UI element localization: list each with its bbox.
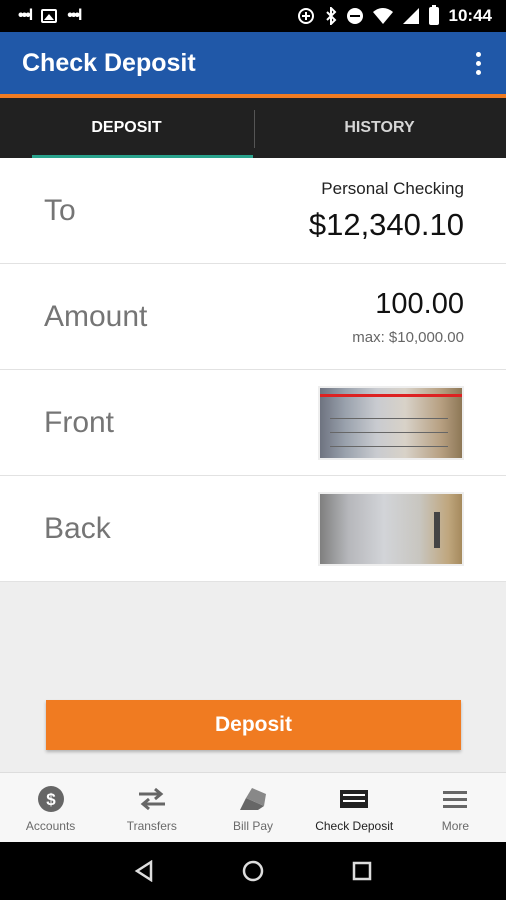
transfer-icon <box>137 785 167 813</box>
tab-deposit[interactable]: DEPOSIT <box>0 98 253 158</box>
account-balance: $12,340.10 <box>308 206 464 242</box>
menu-icon <box>442 785 468 813</box>
signal-dots-icon: •••l <box>67 7 82 24</box>
to-label: To <box>44 193 76 227</box>
battery-icon <box>428 5 439 25</box>
tab-label: DEPOSIT <box>91 119 162 136</box>
app-bar: Check Deposit <box>0 32 506 94</box>
nav-label: Bill Pay <box>233 819 274 833</box>
account-name: Personal Checking <box>321 178 464 198</box>
deposit-button[interactable]: Deposit <box>46 700 461 750</box>
more-vert-icon <box>475 51 481 57</box>
front-label: Front <box>44 405 115 439</box>
bill-pay-icon <box>238 785 268 813</box>
tab-divider <box>254 110 255 148</box>
wifi-icon <box>372 8 393 24</box>
nav-label: Check Deposit <box>315 819 394 833</box>
home-circle-icon[interactable] <box>242 860 264 882</box>
to-account-row[interactable]: To Personal Checking $12,340.10 <box>0 158 506 264</box>
cell-signal-icon <box>402 8 419 24</box>
back-image-row[interactable]: Back <box>0 476 506 582</box>
nav-label: Transfers <box>126 819 177 833</box>
back-triangle-icon[interactable] <box>134 860 154 882</box>
nav-more[interactable]: More <box>405 773 506 842</box>
amount-value: 100.00 <box>375 287 464 320</box>
check-stripe <box>320 393 462 397</box>
check-front-thumbnail[interactable] <box>318 385 464 460</box>
nav-label: Accounts <box>25 819 76 833</box>
front-image-row[interactable]: Front <box>0 370 506 476</box>
signal-dots-icon: •••l <box>18 7 33 24</box>
page-title: Check Deposit <box>22 48 196 77</box>
tab-history[interactable]: HISTORY <box>253 98 506 158</box>
check-deposit-icon <box>339 785 369 813</box>
amount-row[interactable]: Amount 100.00 max: $10,000.00 <box>0 264 506 370</box>
tab-bar: DEPOSIT HISTORY <box>0 98 506 158</box>
bluetooth-icon <box>325 7 336 25</box>
system-navigation-bar <box>0 842 506 900</box>
check-back-thumbnail[interactable] <box>318 491 464 566</box>
check-line <box>330 431 448 433</box>
data-saver-icon <box>297 8 314 24</box>
amount-label: Amount <box>44 299 148 333</box>
image-notification-icon <box>41 9 58 23</box>
tab-label: HISTORY <box>344 119 415 136</box>
nav-check-deposit[interactable]: Check Deposit <box>304 773 405 842</box>
nav-bill-pay[interactable]: Bill Pay <box>202 773 303 842</box>
more-vert-icon <box>475 69 481 75</box>
overflow-menu-button[interactable] <box>468 48 488 78</box>
status-bar: •••l •••l 10:44 <box>0 0 506 32</box>
nav-accounts[interactable]: $ Accounts <box>0 773 101 842</box>
amount-max: max: $10,000.00 <box>352 328 464 346</box>
dollar-icon: $ <box>37 785 65 813</box>
recents-square-icon[interactable] <box>352 861 372 881</box>
deposit-form: To Personal Checking $12,340.10 Amount 1… <box>0 158 506 582</box>
back-label: Back <box>44 511 111 545</box>
endorsement-mark <box>434 511 440 548</box>
check-line <box>330 417 448 419</box>
check-line <box>330 445 448 447</box>
do-not-disturb-icon <box>346 8 363 24</box>
status-time: 10:44 <box>448 6 492 25</box>
bottom-navigation: $ Accounts Transfers Bill Pay Check Depo… <box>0 772 506 842</box>
nav-transfers[interactable]: Transfers <box>101 773 202 842</box>
svg-text:$: $ <box>46 790 56 809</box>
nav-label: More <box>441 819 470 833</box>
more-vert-icon <box>475 60 481 66</box>
